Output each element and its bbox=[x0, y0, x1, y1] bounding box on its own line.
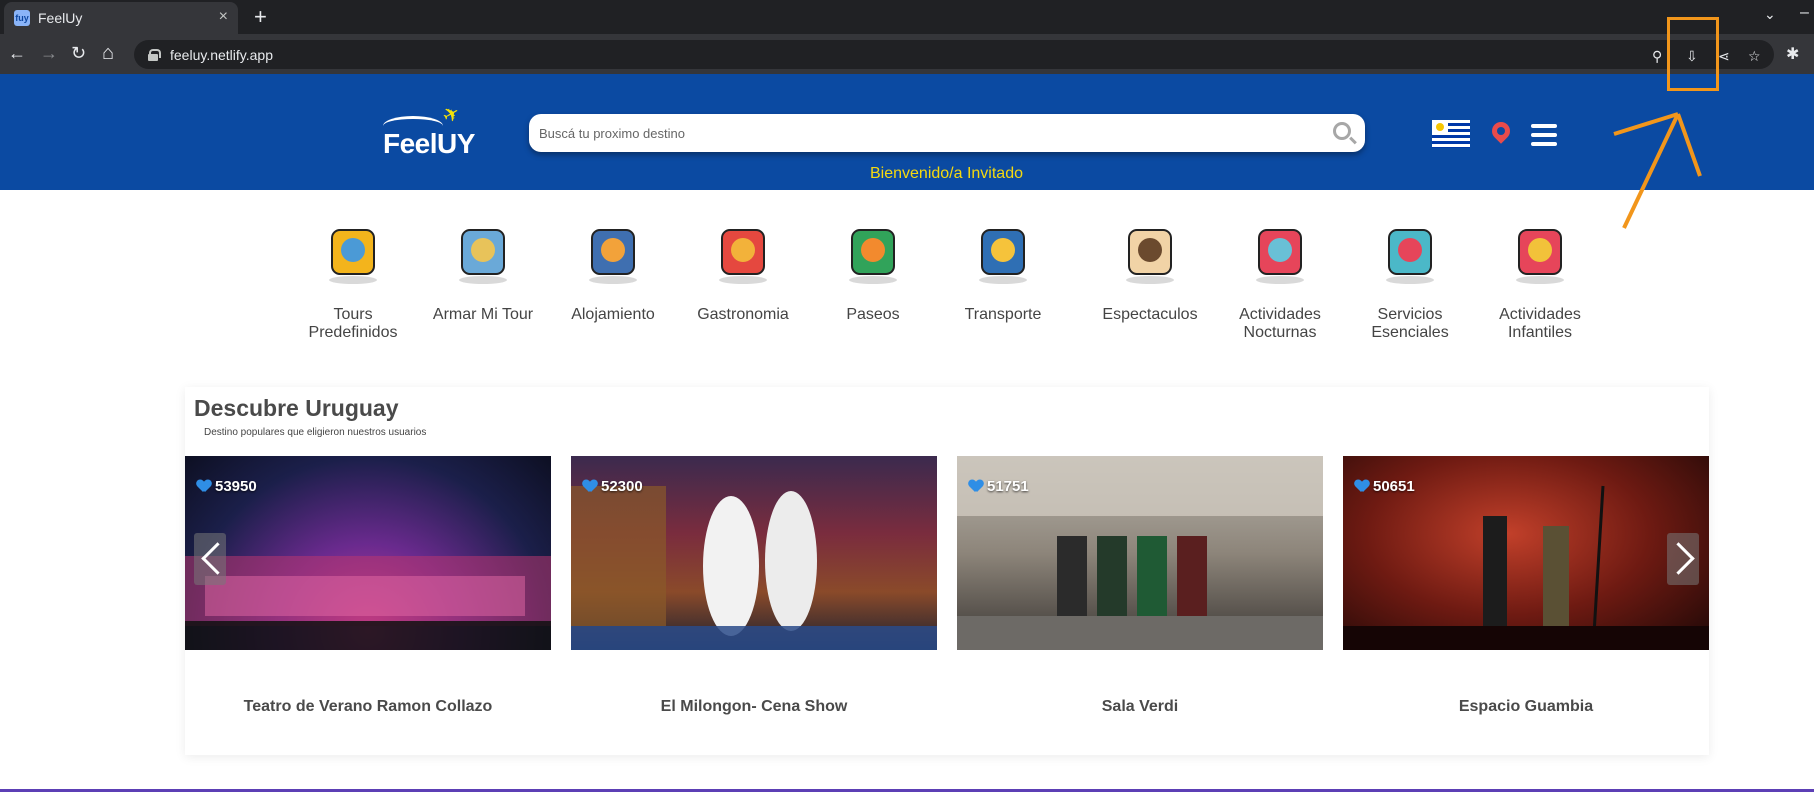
extensions-puzzle-icon[interactable]: ✱ bbox=[1786, 44, 1799, 64]
reload-button[interactable]: ↻ bbox=[71, 42, 86, 64]
likes-counter: 51751 bbox=[969, 478, 1029, 495]
location-pin-icon[interactable] bbox=[1488, 118, 1514, 144]
discover-section: Descubre Uruguay Destino populares que e… bbox=[185, 387, 1709, 755]
category-label: Tours Predefinidos bbox=[308, 306, 398, 341]
category-item[interactable]: Alojamiento bbox=[548, 220, 678, 324]
destination-card-image[interactable]: 52300 bbox=[571, 456, 937, 650]
destination-name[interactable]: Espacio Guambia bbox=[1343, 698, 1709, 716]
category-item[interactable]: Actividades Nocturnas bbox=[1215, 220, 1345, 342]
bookmark-star-icon[interactable]: ☆ bbox=[1748, 48, 1761, 65]
category-item[interactable]: Servicios Esenciales bbox=[1345, 220, 1475, 342]
welcome-message: Bienvenido/a Invitado bbox=[870, 165, 1023, 182]
search-input[interactable] bbox=[539, 123, 1299, 143]
forward-button[interactable]: → bbox=[40, 42, 58, 64]
category-bar: Tours Predefinidos Armar Mi Tour Alojamien… bbox=[0, 190, 1814, 370]
hamburger-menu-icon[interactable] bbox=[1531, 124, 1557, 146]
bus-icon bbox=[968, 220, 1038, 286]
heart-icon bbox=[969, 480, 983, 493]
new-tab-button[interactable]: + bbox=[254, 4, 267, 30]
folded-map-icon bbox=[448, 220, 518, 286]
category-label: Transporte bbox=[964, 306, 1042, 323]
hotel-icon bbox=[578, 220, 648, 286]
category-label: Alojamiento bbox=[571, 306, 655, 323]
back-button[interactable]: ← bbox=[8, 42, 26, 64]
destination-name[interactable]: El Milongon- Cena Show bbox=[571, 698, 937, 716]
carousel-prev-button[interactable] bbox=[194, 533, 226, 585]
search-icon[interactable] bbox=[1333, 122, 1351, 140]
site-header: ✈ FeelUY Bienvenido/a Invitado bbox=[0, 74, 1814, 190]
category-item[interactable]: Espectaculos bbox=[1085, 220, 1215, 324]
search-bar bbox=[529, 114, 1365, 152]
destination-card-image[interactable]: 53950 bbox=[185, 456, 551, 650]
24h-phone-icon bbox=[1375, 220, 1445, 286]
browser-tab-bar: fuy FeelUy × + ⌄ – bbox=[0, 0, 1814, 34]
heart-icon bbox=[1355, 480, 1369, 493]
destination-name[interactable]: Sala Verdi bbox=[957, 698, 1323, 716]
category-item[interactable]: Transporte bbox=[938, 220, 1068, 324]
theater-masks-icon bbox=[1115, 220, 1185, 286]
cocktail-icon bbox=[1245, 220, 1315, 286]
category-item[interactable]: Armar Mi Tour bbox=[418, 220, 548, 324]
category-label: Actividades Infantiles bbox=[1499, 306, 1581, 341]
category-label: Armar Mi Tour bbox=[432, 306, 534, 323]
likes-counter: 53950 bbox=[197, 478, 257, 495]
category-item[interactable]: Gastronomia bbox=[678, 220, 808, 324]
category-label: Paseos bbox=[846, 306, 900, 323]
address-bar[interactable]: feeluy.netlify.app ⚲ ⇩ ⋖ ☆ bbox=[134, 40, 1774, 69]
beach-island-icon bbox=[838, 220, 908, 286]
destination-card-image[interactable]: 50651 bbox=[1343, 456, 1709, 650]
lock-icon[interactable] bbox=[148, 48, 161, 61]
uruguay-flag-icon[interactable] bbox=[1432, 120, 1470, 148]
category-label: Gastronomia bbox=[697, 306, 789, 323]
tab-search-chevron-icon[interactable]: ⌄ bbox=[1764, 6, 1776, 23]
browser-tab[interactable]: fuy FeelUy × bbox=[4, 2, 238, 34]
location-icon[interactable]: ⚲ bbox=[1652, 48, 1662, 65]
likes-counter: 52300 bbox=[583, 478, 643, 495]
site-favicon-icon: fuy bbox=[14, 10, 30, 26]
heart-icon bbox=[197, 480, 211, 493]
minimize-window-button[interactable]: – bbox=[1800, 4, 1809, 22]
carousel-next-button[interactable] bbox=[1667, 533, 1699, 585]
category-item[interactable]: Paseos bbox=[808, 220, 938, 324]
category-label: Actividades Nocturnas bbox=[1239, 306, 1321, 341]
category-item[interactable]: Actividades Infantiles bbox=[1475, 220, 1605, 342]
category-label: Servicios Esenciales bbox=[1371, 306, 1449, 341]
browser-toolbar: ← → ↻ ⌂ feeluy.netlify.app ⚲ ⇩ ⋖ ☆ bbox=[0, 34, 1814, 74]
home-button[interactable]: ⌂ bbox=[102, 42, 114, 64]
destination-card-image[interactable]: 51751 bbox=[957, 456, 1323, 650]
destination-name[interactable]: Teatro de Verano Ramon Collazo bbox=[185, 698, 551, 716]
section-title: Descubre Uruguay bbox=[194, 395, 399, 421]
tab-title: FeelUy bbox=[38, 10, 83, 26]
annotation-highlight-box bbox=[1667, 17, 1719, 91]
logo-text: FeelUY bbox=[383, 128, 475, 159]
fast-food-icon bbox=[708, 220, 778, 286]
carousel-icon bbox=[1505, 220, 1575, 286]
annotation-arrow-icon bbox=[1613, 112, 1702, 229]
map-pin-road-icon bbox=[318, 220, 388, 286]
share-icon[interactable]: ⋖ bbox=[1718, 48, 1730, 65]
category-label: Espectaculos bbox=[1102, 306, 1198, 323]
close-tab-icon[interactable]: × bbox=[219, 8, 228, 26]
category-item[interactable]: Tours Predefinidos bbox=[288, 220, 418, 342]
likes-counter: 50651 bbox=[1355, 478, 1415, 495]
feeluy-logo[interactable]: ✈ FeelUY bbox=[383, 101, 475, 159]
sun-of-may-icon bbox=[1436, 123, 1444, 131]
section-subtitle: Destino populares que eligieron nuestros… bbox=[204, 427, 427, 438]
url-text[interactable]: feeluy.netlify.app bbox=[170, 47, 273, 63]
heart-icon bbox=[583, 480, 597, 493]
